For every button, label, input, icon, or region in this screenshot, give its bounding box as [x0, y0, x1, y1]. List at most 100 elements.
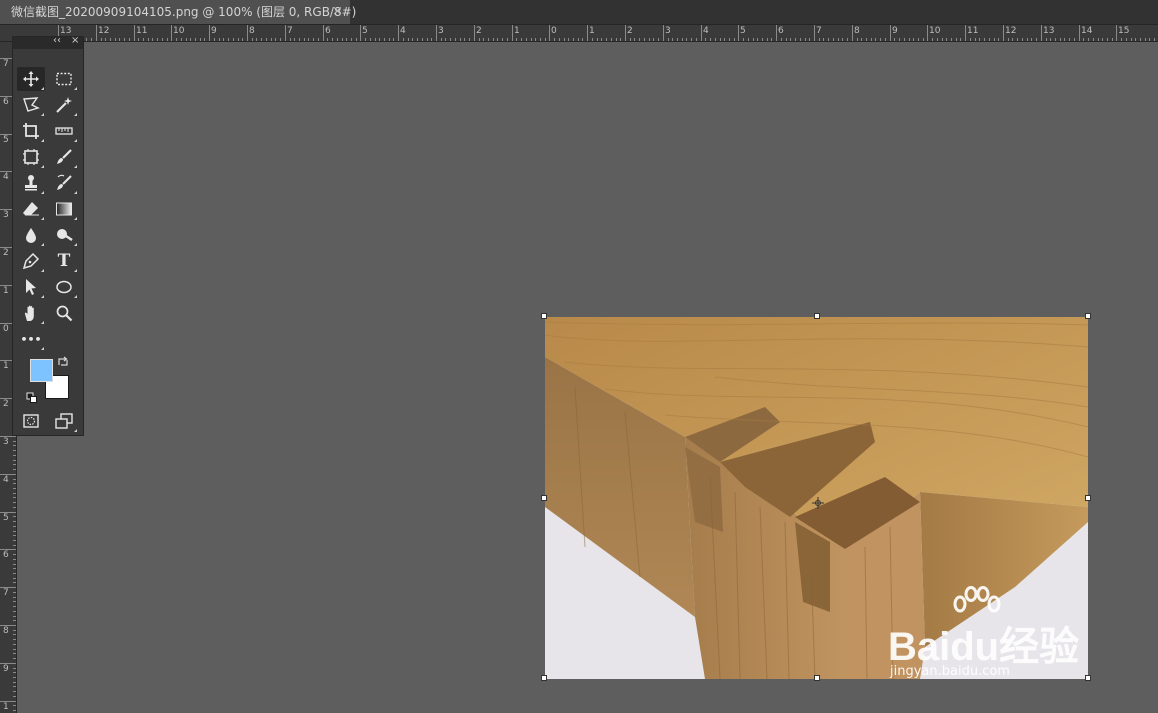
close-tab-icon[interactable]: × — [332, 0, 343, 24]
ruler-tick — [861, 38, 862, 41]
swap-colors-icon[interactable] — [57, 353, 69, 372]
transform-handle-bottom[interactable] — [814, 675, 820, 681]
ruler-tick — [86, 38, 87, 41]
ruler-tick — [1008, 38, 1009, 41]
close-panel-icon[interactable]: × — [71, 35, 79, 46]
magic-wand-tool[interactable] — [50, 93, 78, 117]
zoom-tool[interactable] — [50, 301, 78, 325]
ruler-tick — [946, 38, 947, 41]
ruler-tick — [13, 592, 16, 593]
move-tool[interactable] — [17, 67, 45, 91]
rectangular-marquee-tool-icon — [56, 72, 72, 86]
ruler-tick — [436, 25, 437, 41]
ruler-tick — [1126, 38, 1127, 41]
ruler-tick — [639, 38, 640, 41]
dodge-tool[interactable] — [50, 223, 78, 247]
blur-tool[interactable] — [17, 223, 45, 247]
ruler-tick — [13, 445, 16, 446]
ruler-label: 3 — [665, 26, 671, 36]
ruler-label: 14 — [1081, 26, 1093, 36]
ruler-tick — [308, 38, 309, 41]
ruler-tick — [720, 38, 721, 41]
ruler-tick — [885, 38, 886, 41]
ruler-tick — [1083, 38, 1084, 41]
gradient-tool[interactable] — [50, 197, 78, 221]
reference-point-icon[interactable] — [812, 494, 824, 509]
ruler-tick — [918, 38, 919, 41]
rectangular-marquee-tool[interactable] — [50, 67, 78, 91]
tools-panel-header[interactable]: ‹‹ × — [13, 35, 83, 49]
ruler-tick — [1012, 38, 1013, 41]
ruler-tick — [214, 38, 215, 41]
ruler-tick — [965, 25, 966, 41]
collapse-panel-icon[interactable]: ‹‹ — [53, 35, 61, 46]
transform-handle-top-left[interactable] — [541, 313, 547, 319]
ruler-tick — [13, 568, 16, 569]
history-brush-tool[interactable] — [50, 171, 78, 195]
foreground-color-swatch[interactable] — [30, 359, 53, 382]
ellipse-tool-icon — [56, 280, 72, 294]
clone-stamp-tool[interactable] — [17, 171, 45, 195]
ruler-tick — [776, 25, 777, 41]
document-tab[interactable]: 微信截图_20200909104105.png @ 100% (图层 0, RG… — [0, 0, 356, 24]
ruler-tick — [512, 25, 513, 41]
ruler-label: 10 — [173, 26, 185, 36]
ruler-label: 6 — [778, 26, 784, 36]
ellipse-tool[interactable] — [50, 275, 78, 299]
ruler-label: 11 — [967, 26, 979, 36]
screen-mode-button[interactable] — [50, 409, 78, 433]
quick-mask-button[interactable] — [17, 409, 45, 433]
eraser-tool[interactable] — [17, 197, 45, 221]
brush-tool[interactable] — [50, 145, 78, 169]
ruler-tick — [271, 38, 272, 41]
ruler-tick — [190, 38, 191, 41]
pen-tool[interactable] — [17, 249, 45, 273]
transform-handle-top-right[interactable] — [1085, 313, 1091, 319]
ruler-label: 2 — [3, 248, 9, 258]
ruler-tick — [360, 25, 361, 41]
edit-toolbar[interactable]: ••• — [17, 327, 45, 351]
ruler-tick — [13, 606, 16, 607]
ruler-tick — [261, 38, 262, 41]
ruler-tick — [238, 38, 239, 41]
ruler-tick — [13, 597, 16, 598]
ruler-tick — [285, 25, 286, 41]
polygonal-lasso-tool[interactable] — [17, 93, 45, 117]
ruler-label: 5 — [3, 135, 9, 145]
transform-handle-right[interactable] — [1085, 495, 1091, 501]
ruler-tick — [819, 38, 820, 41]
ruler-tick — [157, 38, 158, 41]
ruler-tick — [138, 38, 139, 41]
frame-tool[interactable] — [17, 145, 45, 169]
ruler-tick — [13, 639, 16, 640]
ruler-tick — [290, 38, 291, 41]
ruler-tick — [13, 696, 16, 697]
ruler-tick — [162, 38, 163, 41]
ruler-tick — [634, 38, 635, 41]
ruler-tick — [460, 38, 461, 41]
ruler-tick — [601, 38, 602, 41]
default-colors-icon[interactable] — [26, 389, 38, 408]
hand-tool[interactable] — [17, 301, 45, 325]
ruler-tick — [578, 38, 579, 41]
type-tool[interactable]: T — [50, 249, 78, 273]
ruler-tick — [781, 38, 782, 41]
transform-handle-bottom-left[interactable] — [541, 675, 547, 681]
transform-handle-left[interactable] — [541, 495, 547, 501]
ruler-tick — [13, 578, 16, 579]
ruler-tick — [828, 38, 829, 41]
ruler-tick — [559, 38, 560, 41]
ruler-tick — [942, 38, 943, 41]
ruler-tick — [13, 450, 16, 451]
transform-handle-top[interactable] — [814, 313, 820, 319]
ruler-tick — [502, 38, 503, 41]
ruler-label: 7 — [3, 588, 9, 598]
ruler-tool[interactable] — [50, 119, 78, 143]
path-selection-tool[interactable] — [17, 275, 45, 299]
ruler-tick — [384, 38, 385, 41]
ruler-tick — [13, 705, 16, 706]
ruler-label: 2 — [3, 399, 9, 409]
crop-tool[interactable] — [17, 119, 45, 143]
horizontal-ruler[interactable]: 13 12 11 10 9 8 7 6 5 4 3 2 1 0 1 2 3 4 5 6 7 8 9 10 11 12 13 14 15 — [0, 25, 1158, 42]
ruler-tick — [1046, 38, 1047, 41]
